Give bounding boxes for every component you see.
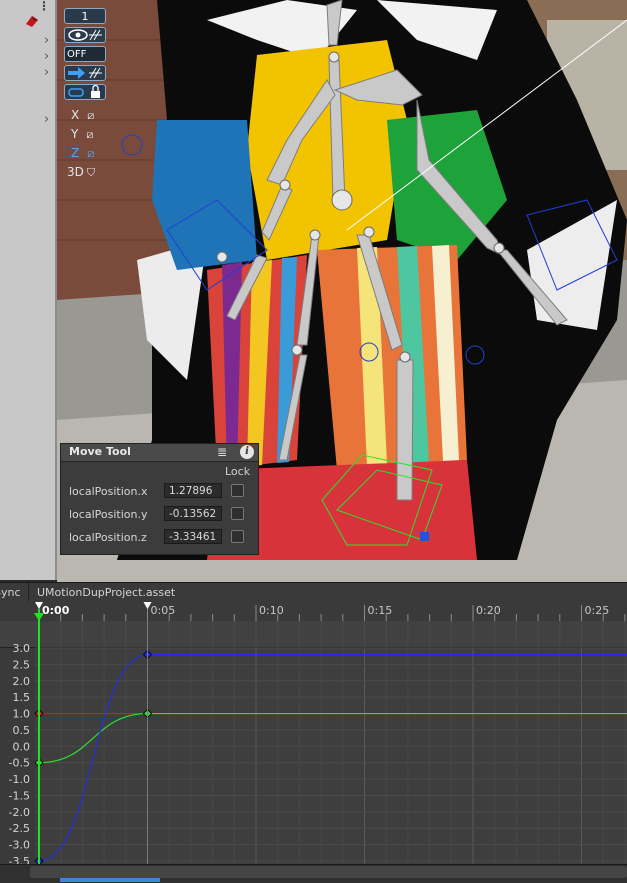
axis-x-label: X <box>71 108 80 122</box>
move-pivot-button[interactable] <box>64 65 106 81</box>
scrollbar-accent <box>60 878 160 882</box>
sync-tab[interactable]: Sync <box>0 586 21 599</box>
axis-y-label: Y <box>71 127 79 141</box>
mode-3d-toggle[interactable]: 3D ⛉ <box>64 164 109 180</box>
scrollbar-thumb[interactable] <box>30 866 627 878</box>
time-ruler[interactable] <box>0 601 627 621</box>
value-label: -0.5 <box>9 757 30 770</box>
move-tool-title: Move Tool <box>69 445 131 458</box>
grid-icon: ⧄ <box>87 147 95 160</box>
expand-arrow-icon[interactable]: › <box>44 50 54 63</box>
value-label: -2.0 <box>9 806 30 819</box>
more-options-icon[interactable]: ⋮ <box>38 0 50 12</box>
visibility-toggle[interactable] <box>64 27 106 43</box>
grid-icon: ⧄ <box>87 109 95 122</box>
move-tool-header[interactable]: Move Tool ≣ i <box>61 444 258 462</box>
lock-icon <box>68 84 100 98</box>
curve-editor[interactable]: 0:00 0:05 0:10 0:15 0:20 0:25 3.0 2.5 2.0 1.5 1.0… <box>0 601 627 868</box>
curve-editor-canvas[interactable]: 0:00 0:05 0:10 0:15 0:20 0:25 3.0 2.5 2.0 1.5 1.0… <box>0 601 627 868</box>
local-position-x-field[interactable]: 1.27896 <box>164 483 222 498</box>
mode-3d-label: 3D <box>67 165 84 179</box>
grid-icon: ⧄ <box>86 128 94 141</box>
time-label: 0:00 <box>42 604 70 617</box>
value-label: 0.5 <box>13 724 31 737</box>
axis-z-label: Z <box>71 146 80 160</box>
prefab-icon <box>26 16 38 27</box>
keyframe-row[interactable] <box>0 621 627 647</box>
expand-arrow-icon[interactable]: › <box>44 113 54 126</box>
time-label: 0:25 <box>585 604 610 617</box>
lock-column-label: Lock <box>225 465 251 478</box>
shield-icon: ⛉ <box>86 166 96 179</box>
lock-x-checkbox[interactable] <box>231 484 244 497</box>
asset-tab[interactable]: UMotionDupProject.asset <box>28 583 183 602</box>
layer-count-button[interactable]: 1 <box>64 8 106 24</box>
value-label: 3.0 <box>13 642 31 655</box>
info-icon[interactable]: i <box>240 445 254 459</box>
local-position-x-label: localPosition.x <box>69 485 148 498</box>
time-label: 0:15 <box>368 604 393 617</box>
expand-arrow-icon[interactable]: › <box>44 34 54 47</box>
local-position-y-field[interactable]: -0.13562 <box>164 506 222 521</box>
arrow-right-icon <box>68 67 102 79</box>
expand-arrow-icon[interactable]: › <box>44 66 54 79</box>
value-label: 1.0 <box>13 708 31 721</box>
move-tool-panel: Move Tool ≣ i Lock localPosition.x 1.278… <box>60 443 259 555</box>
animation-tab-bar: Sync UMotionDupProject.asset <box>0 582 627 603</box>
value-label: 2.0 <box>13 675 31 688</box>
lock-z-checkbox[interactable] <box>231 530 244 543</box>
value-label: -3.0 <box>9 839 30 852</box>
value-label: -2.5 <box>9 822 30 835</box>
time-label: 0:20 <box>476 604 501 617</box>
menu-icon[interactable]: ≣ <box>211 445 233 459</box>
lock-y-checkbox[interactable] <box>231 507 244 520</box>
local-position-y-label: localPosition.y <box>69 508 148 521</box>
axis-x-toggle[interactable]: X ⧄ <box>64 107 109 123</box>
axis-z-toggle[interactable]: Z ⧄ <box>64 145 109 161</box>
eye-icon <box>68 29 102 41</box>
hierarchy-panel: ⋮ › › › › <box>0 0 57 580</box>
value-label: -1.0 <box>9 773 30 786</box>
axis-y-toggle[interactable]: Y ⧄ <box>64 126 109 142</box>
local-position-z-field[interactable]: -3.33461 <box>164 529 222 544</box>
value-label: -1.5 <box>9 789 30 802</box>
time-label: 0:05 <box>151 604 176 617</box>
value-label: 0.0 <box>13 740 31 753</box>
local-position-z-label: localPosition.z <box>69 531 147 544</box>
value-label: 1.5 <box>13 691 31 704</box>
off-label: OFF <box>67 49 87 60</box>
value-label: 2.5 <box>13 658 31 671</box>
off-toggle[interactable]: OFF <box>64 46 106 62</box>
time-label: 0:10 <box>259 604 284 617</box>
lock-toggle[interactable] <box>64 84 106 100</box>
